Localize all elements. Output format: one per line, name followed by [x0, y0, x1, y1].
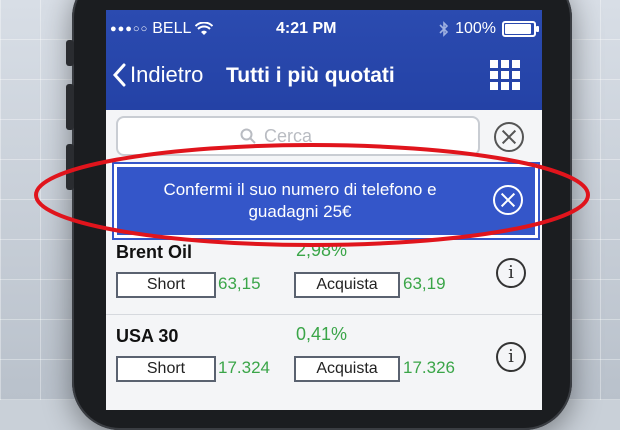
banner-close-button[interactable]: [493, 185, 523, 215]
bluetooth-icon: [439, 21, 449, 37]
phone-confirmation-banner[interactable]: Confermi il suo numero di telefono e gua…: [114, 164, 538, 238]
page-title: Tutti i più quotati: [226, 64, 395, 87]
signal-dots-icon: ●●●○○: [110, 23, 149, 35]
search-input[interactable]: [262, 124, 356, 148]
close-circle-icon: [494, 122, 524, 152]
back-label: Indietro: [130, 62, 204, 87]
buy-price: 63,19: [403, 274, 446, 293]
buy-button[interactable]: Acquista: [294, 356, 400, 382]
instrument-change: 0,41%: [296, 324, 348, 344]
short-price: 17.324: [218, 358, 270, 377]
info-icon[interactable]: i: [496, 258, 526, 288]
search-icon: [240, 128, 256, 144]
phone-volume-down: [66, 144, 74, 190]
carrier-name: BELL: [152, 20, 192, 37]
buy-price: 17.326: [403, 358, 455, 377]
instrument-name: USA 30: [116, 326, 179, 346]
search-clear-button[interactable]: [494, 122, 524, 152]
short-price: 63,15: [218, 274, 261, 293]
phone-mute-switch: [66, 40, 74, 66]
short-button[interactable]: Short: [116, 356, 216, 382]
battery-icon: [502, 21, 539, 37]
status-time: 4:21 PM: [276, 20, 337, 37]
row-divider: [106, 314, 542, 315]
carrier-group: ●●●○○ BELL: [110, 20, 214, 38]
info-icon[interactable]: i: [496, 342, 526, 372]
chevron-left-icon: [112, 63, 126, 87]
instrument-name: Brent Oil: [116, 242, 193, 262]
banner-message: Confermi il suo numero di telefono e gua…: [163, 180, 437, 221]
instrument-row: Brent Oil 2,98% Short 63,15 Acquista 63,…: [106, 236, 542, 318]
short-button[interactable]: Short: [116, 272, 216, 298]
navigation-bar: ●●●○○ BELL 4:21 PM 100% Indietro Tutti i…: [106, 10, 542, 110]
battery-percentage: 100%: [455, 20, 496, 37]
wifi-icon: [195, 22, 214, 35]
back-button[interactable]: Indietro: [112, 62, 203, 88]
instrument-change: 2,98%: [296, 240, 348, 260]
battery-fill: [505, 24, 531, 34]
grid-menu-icon[interactable]: [490, 60, 520, 90]
search-field[interactable]: [116, 116, 480, 156]
phone-volume-up: [66, 84, 74, 130]
status-bar: ●●●○○ BELL 4:21 PM 100%: [106, 20, 542, 42]
status-right-group: 100%: [439, 20, 539, 38]
phone-screen: ●●●○○ BELL 4:21 PM 100% Indietro Tutti i…: [106, 10, 542, 410]
close-circle-icon: [493, 185, 523, 215]
instrument-row: USA 30 0,41% Short 17.324 Acquista 17.32…: [106, 320, 542, 402]
buy-button[interactable]: Acquista: [294, 272, 400, 298]
